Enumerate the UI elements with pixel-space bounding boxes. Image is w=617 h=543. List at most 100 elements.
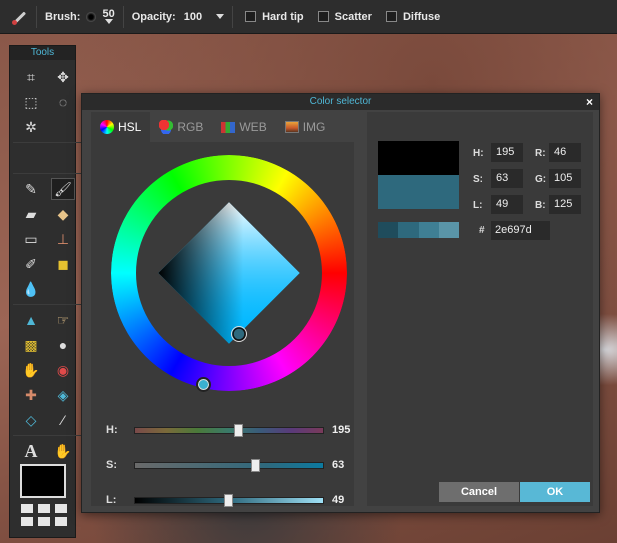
hard-tip-checkbox[interactable] [245, 11, 257, 22]
img-icon [284, 121, 299, 133]
saturation-slider-value: 63 [332, 459, 345, 471]
fill-bucket-icon[interactable]: ◆ [51, 203, 75, 225]
tools-panel: Tools ⌗✥⬚◌✲✎🖌▰◆▭⊥✐◼💧▲☞▩●✋◉✚◈◇⁄A✋⚲ [9, 45, 83, 538]
eraser-icon[interactable]: ▰ [19, 203, 43, 225]
brush-icon[interactable]: 🖌 [51, 178, 75, 200]
burn-icon[interactable]: ✋ [19, 359, 43, 381]
magic-wand-icon[interactable]: ✲ [19, 116, 43, 138]
tab-hsl-label: HSL [118, 120, 142, 134]
tool-divider [13, 173, 83, 174]
chevron-down-icon[interactable] [104, 18, 113, 24]
spot-heal-icon[interactable]: ✚ [19, 384, 43, 406]
hue-slider-row: H: 195 [106, 422, 351, 438]
sharpen-icon[interactable]: ▲ [19, 309, 43, 331]
hue-slider-value: 195 [332, 424, 351, 436]
tab-hsl[interactable]: HSL [91, 112, 151, 142]
hue-slider[interactable] [134, 423, 324, 437]
sl-picker-handle[interactable] [232, 327, 246, 341]
dodge-icon[interactable]: ● [51, 334, 75, 356]
scatter-checkbox[interactable] [317, 11, 329, 22]
lasso-icon[interactable]: ◌ [51, 91, 75, 113]
brush-size-stepper[interactable]: 50 [102, 7, 115, 24]
hand-icon[interactable]: ✋ [51, 440, 75, 462]
crop-icon[interactable]: ⌗ [19, 66, 43, 88]
opacity-label: Opacity: [131, 10, 176, 23]
smudge-icon[interactable]: ☞ [51, 309, 75, 331]
current-color-preview [378, 175, 459, 209]
pencil-icon[interactable]: ✎ [19, 178, 43, 200]
stamp-icon[interactable]: ⊥ [51, 228, 75, 250]
saturation-slider-thumb[interactable] [250, 458, 260, 472]
gradient-icon[interactable]: ▭ [19, 228, 43, 250]
hue-slider-thumb[interactable] [233, 423, 243, 437]
hue-picker-handle[interactable] [196, 377, 211, 392]
brush-size-value: 50 [102, 7, 115, 20]
new-color-preview [378, 141, 459, 175]
shade-swatch[interactable] [418, 222, 439, 238]
diffuse-label: Diffuse [402, 10, 441, 23]
hsl-pane: HSL RGB WEB IMG H: 195 S: 63 L: 49 [91, 112, 354, 507]
r-field[interactable]: 46 [549, 143, 581, 162]
hue-slider-label: H: [106, 424, 118, 436]
hex-field[interactable]: 2e697d [491, 221, 550, 240]
shade-swatch[interactable] [438, 222, 459, 238]
tab-web[interactable]: WEB [212, 112, 275, 142]
preset-cell[interactable] [38, 504, 50, 513]
scatter-label: Scatter [334, 10, 372, 23]
hex-hash-label: # [479, 225, 485, 236]
saturation-slider-row: S: 63 [106, 457, 351, 473]
s-field[interactable]: 63 [491, 169, 523, 188]
tool-presets-grid [21, 504, 67, 526]
tool-divider [13, 435, 83, 436]
tab-img[interactable]: IMG [276, 112, 335, 142]
lightness-slider[interactable] [134, 493, 324, 507]
preset-cell[interactable] [38, 517, 50, 526]
move-icon[interactable]: ✥ [51, 66, 75, 88]
tab-web-label: WEB [239, 120, 267, 134]
preset-cell[interactable] [55, 504, 67, 513]
color-mode-tabs: HSL RGB WEB IMG [91, 112, 354, 142]
opacity-value[interactable]: 100 [184, 11, 202, 23]
g-field[interactable]: 105 [549, 169, 581, 188]
foreground-color-swatch[interactable] [20, 464, 66, 498]
chevron-down-icon[interactable] [216, 14, 225, 19]
tab-rgb[interactable]: RGB [150, 112, 212, 142]
diffuse-checkbox[interactable] [385, 11, 397, 22]
blur-drop-icon[interactable]: 💧 [19, 278, 43, 300]
options-toolbar: Brush: 50 Opacity: 100 Hard tip Scatter … [0, 0, 617, 34]
pinch-icon[interactable]: ◇ [19, 409, 43, 431]
marquee-icon[interactable]: ⬚ [19, 91, 43, 113]
l-field[interactable]: 49 [491, 195, 523, 214]
saturation-slider[interactable] [134, 458, 324, 472]
h-field-label: H: [473, 148, 484, 159]
cancel-button[interactable]: Cancel [439, 482, 519, 502]
dialog-title: Color selector [309, 96, 372, 107]
ok-button[interactable]: OK [520, 482, 590, 502]
bloat-icon[interactable]: ◈ [51, 384, 75, 406]
saturation-slider-label: S: [106, 459, 117, 471]
preset-cell[interactable] [21, 504, 33, 513]
brush-preview-icon[interactable] [86, 11, 97, 22]
sponge-icon[interactable]: ▩ [19, 334, 43, 356]
preset-cell[interactable] [55, 517, 67, 526]
tool-divider [13, 304, 83, 305]
toolbar-divider [232, 5, 234, 28]
dialog-title-bar[interactable]: Color selector × [82, 94, 599, 110]
color-picker-icon[interactable]: ⁄ [51, 409, 75, 431]
h-field[interactable]: 195 [491, 143, 523, 162]
color-wheel[interactable] [111, 155, 347, 391]
shapes-icon[interactable]: ◼ [51, 253, 75, 275]
b-field[interactable]: 125 [549, 195, 581, 214]
shade-swatch[interactable] [378, 222, 399, 238]
shade-swatch[interactable] [398, 222, 419, 238]
lightness-slider-thumb[interactable] [224, 493, 234, 507]
l-field-label: L: [473, 200, 483, 211]
color-replace-icon[interactable]: ✐ [19, 253, 43, 275]
color-values-pane: H: 195 R: 46 S: 63 G: 105 L: 49 B: 125 #… [367, 112, 593, 506]
lightness-slider-label: L: [106, 494, 117, 506]
preset-cell[interactable] [21, 517, 33, 526]
text-icon[interactable]: A [19, 440, 43, 462]
red-eye-icon[interactable]: ◉ [51, 359, 75, 381]
toolbar-divider [36, 5, 37, 28]
close-icon[interactable]: × [586, 94, 593, 110]
